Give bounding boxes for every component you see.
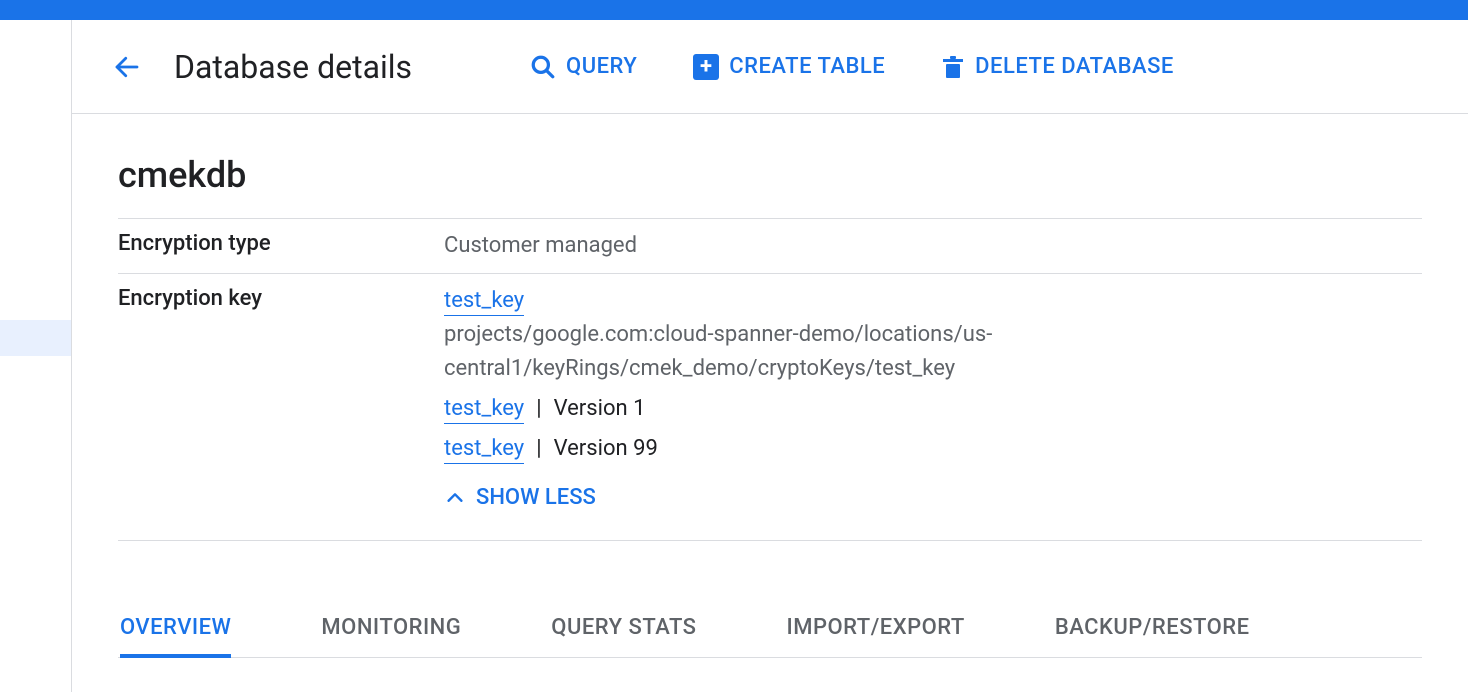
tab-import-export[interactable]: IMPORT/EXPORT	[787, 601, 965, 658]
encryption-key-path: projects/google.com:cloud-spanner-demo/l…	[444, 318, 1084, 386]
key-version-link[interactable]: test_key	[444, 396, 524, 424]
page-header: Database details QUERY + CREATE TABLE	[72, 20, 1468, 114]
create-table-button-label: CREATE TABLE	[729, 54, 885, 79]
query-button[interactable]: QUERY	[530, 54, 637, 80]
show-less-button[interactable]: SHOW LESS	[444, 481, 596, 515]
encryption-type-row: Encryption type Customer managed	[118, 218, 1422, 273]
key-version-link[interactable]: test_key	[444, 436, 524, 464]
left-rail-selection	[0, 320, 71, 356]
section-divider	[118, 540, 1422, 541]
page-content: Database details QUERY + CREATE TABLE	[72, 20, 1468, 658]
tabs: OVERVIEW MONITORING QUERY STATS IMPORT/E…	[118, 601, 1422, 658]
back-button[interactable]	[112, 52, 142, 82]
separator: |	[536, 436, 541, 461]
encryption-key-label: Encryption key	[118, 284, 444, 311]
tab-backup-restore[interactable]: BACKUP/RESTORE	[1055, 601, 1250, 658]
left-navigation-rail	[0, 20, 72, 692]
page-title: Database details	[174, 48, 412, 86]
header-actions: QUERY + CREATE TABLE DELETE DATABASE	[530, 54, 1174, 80]
encryption-type-label: Encryption type	[118, 229, 444, 256]
encryption-key-row: Encryption key test_key projects/google.…	[118, 273, 1422, 530]
trash-icon	[941, 54, 965, 80]
delete-database-button-label: DELETE DATABASE	[975, 54, 1174, 79]
key-version-row: test_key | Version 1	[444, 392, 1084, 426]
key-version-row: test_key | Version 99	[444, 432, 1084, 466]
encryption-key-value: test_key projects/google.com:cloud-spann…	[444, 284, 1084, 520]
database-name: cmekdb	[118, 154, 1422, 218]
search-icon	[530, 54, 556, 80]
top-bar	[0, 0, 1468, 20]
delete-database-button[interactable]: DELETE DATABASE	[941, 54, 1174, 80]
key-version-value: Version 1	[554, 396, 646, 421]
encryption-type-value: Customer managed	[444, 229, 637, 263]
tab-monitoring[interactable]: MONITORING	[321, 601, 461, 658]
create-table-button[interactable]: + CREATE TABLE	[693, 54, 885, 80]
chevron-up-icon	[444, 487, 466, 509]
details-section: cmekdb Encryption type Customer managed …	[72, 114, 1468, 658]
separator: |	[536, 396, 541, 421]
key-version-value: Version 99	[554, 436, 658, 461]
show-less-label: SHOW LESS	[476, 481, 596, 515]
query-button-label: QUERY	[566, 54, 637, 79]
tab-query-stats[interactable]: QUERY STATS	[551, 601, 696, 658]
encryption-key-link[interactable]: test_key	[444, 288, 524, 316]
plus-box-icon: +	[693, 54, 719, 80]
tab-overview[interactable]: OVERVIEW	[120, 601, 231, 658]
arrow-left-icon	[112, 52, 142, 82]
